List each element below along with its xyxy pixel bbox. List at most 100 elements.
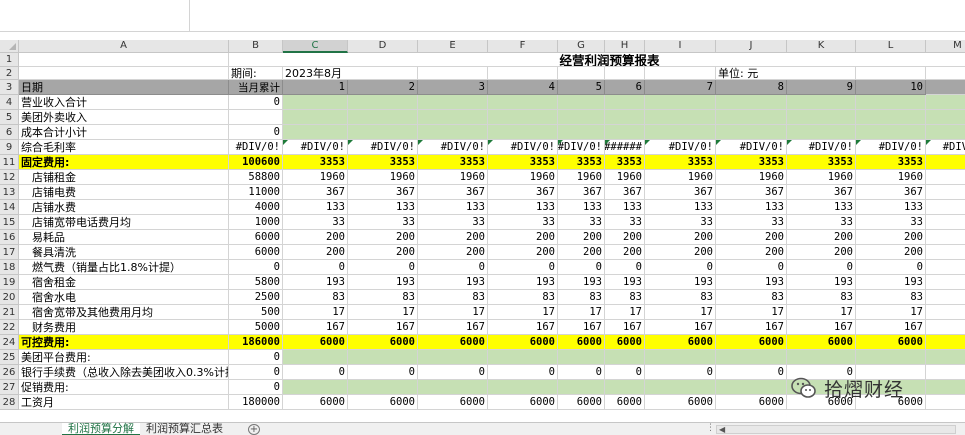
column-header-a[interactable]: A (19, 40, 229, 53)
value-cell[interactable]: 6000 (716, 335, 787, 350)
value-cell[interactable]: 83 (856, 290, 926, 305)
monthly-total-cell[interactable] (229, 110, 283, 125)
add-sheet-icon[interactable]: + (248, 424, 260, 435)
value-cell[interactable] (488, 110, 558, 125)
value-cell[interactable]: 17 (605, 305, 645, 320)
value-cell[interactable]: 133 (605, 200, 645, 215)
value-cell[interactable] (605, 350, 645, 365)
value-cell[interactable]: 6000 (283, 395, 348, 410)
value-cell[interactable]: 1960 (488, 170, 558, 185)
value-cell[interactable]: 6000 (605, 335, 645, 350)
value-cell[interactable]: 6000 (283, 335, 348, 350)
value-cell[interactable]: 0 (605, 260, 645, 275)
row-header-17[interactable]: 17 (0, 245, 19, 260)
row-header-22[interactable]: 22 (0, 320, 19, 335)
row-header-4[interactable]: 4 (0, 95, 19, 110)
cell-r2[interactable] (488, 67, 558, 80)
value-cell[interactable]: 6000 (645, 335, 716, 350)
monthly-total-cell[interactable]: 0 (229, 365, 283, 380)
value-cell[interactable]: 167 (488, 320, 558, 335)
column-header-j[interactable]: J (716, 40, 787, 53)
column-header-k[interactable]: K (787, 40, 856, 53)
value-cell[interactable]: 0 (605, 365, 645, 380)
value-cell[interactable] (558, 350, 605, 365)
formula-bar[interactable] (0, 0, 965, 32)
value-cell[interactable]: 133 (418, 200, 488, 215)
spreadsheet-grid[interactable]: A B C D E F G H I J K L M 1 2 3 4 5 6 9 11 12 13 14 15 16 17 18 19 20… (0, 40, 965, 422)
column-header-c[interactable]: C (283, 40, 348, 53)
value-cell[interactable] (605, 110, 645, 125)
column-header-d[interactable]: D (348, 40, 418, 53)
cell-r2[interactable] (645, 67, 716, 80)
monthly-total-cell[interactable]: 1000 (229, 215, 283, 230)
value-cell[interactable]: 133 (856, 200, 926, 215)
value-cell[interactable]: 193 (418, 275, 488, 290)
value-cell[interactable]: #DIV/0! (716, 140, 787, 155)
tab-profit-budget-summary[interactable]: 利润预算汇总表 (140, 423, 229, 435)
value-cell[interactable]: 200 (716, 245, 787, 260)
monthly-total-cell[interactable]: 0 (229, 95, 283, 110)
value-cell[interactable] (348, 380, 418, 395)
value-cell[interactable]: 6000 (605, 395, 645, 410)
value-cell[interactable]: 33 (605, 215, 645, 230)
value-cell[interactable] (716, 380, 787, 395)
row-header-20[interactable]: 20 (0, 290, 19, 305)
monthly-total-cell[interactable]: 6000 (229, 245, 283, 260)
row-header-11[interactable]: 11 (0, 155, 19, 170)
value-cell[interactable]: 6000 (418, 335, 488, 350)
value-cell[interactable]: 200 (645, 245, 716, 260)
row-header-3[interactable]: 3 (0, 80, 19, 95)
value-cell[interactable] (926, 320, 965, 335)
value-cell[interactable]: 1960 (856, 170, 926, 185)
value-cell[interactable]: 83 (787, 290, 856, 305)
value-cell[interactable] (645, 125, 716, 140)
value-cell[interactable]: 0 (856, 260, 926, 275)
value-cell[interactable]: 133 (645, 200, 716, 215)
value-cell[interactable]: 3 (926, 155, 965, 170)
value-cell[interactable] (926, 185, 965, 200)
value-cell[interactable]: 193 (645, 275, 716, 290)
row-header-25[interactable]: 25 (0, 350, 19, 365)
value-cell[interactable]: 1960 (348, 170, 418, 185)
value-cell[interactable] (926, 305, 965, 320)
value-cell[interactable]: 200 (716, 230, 787, 245)
value-cell[interactable]: 200 (418, 230, 488, 245)
value-cell[interactable]: 33 (418, 215, 488, 230)
value-cell[interactable]: 200 (558, 230, 605, 245)
column-header-h[interactable]: H (605, 40, 645, 53)
value-cell[interactable]: 33 (856, 215, 926, 230)
value-cell[interactable]: 83 (605, 290, 645, 305)
value-cell[interactable]: 167 (856, 320, 926, 335)
row-header-14[interactable]: 14 (0, 200, 19, 215)
value-cell[interactable]: 167 (787, 320, 856, 335)
value-cell[interactable]: #DIV/0! (787, 140, 856, 155)
value-cell[interactable]: 200 (787, 245, 856, 260)
value-cell[interactable]: 200 (605, 245, 645, 260)
value-cell[interactable] (645, 350, 716, 365)
value-cell[interactable]: 200 (787, 230, 856, 245)
value-cell[interactable]: 200 (856, 245, 926, 260)
value-cell[interactable]: 83 (558, 290, 605, 305)
value-cell[interactable]: 6000 (488, 335, 558, 350)
value-cell[interactable] (558, 380, 605, 395)
monthly-total-cell[interactable]: 0 (229, 260, 283, 275)
value-cell[interactable]: 3353 (605, 155, 645, 170)
value-cell[interactable]: 200 (605, 230, 645, 245)
monthly-total-cell[interactable]: 0 (229, 350, 283, 365)
value-cell[interactable]: 6000 (645, 395, 716, 410)
value-cell[interactable]: 0 (488, 365, 558, 380)
value-cell[interactable] (856, 125, 926, 140)
value-cell[interactable] (418, 95, 488, 110)
value-cell[interactable]: 17 (418, 305, 488, 320)
row-header-27[interactable]: 27 (0, 380, 19, 395)
value-cell[interactable]: 0 (558, 260, 605, 275)
value-cell[interactable]: 83 (418, 290, 488, 305)
value-cell[interactable]: 133 (348, 200, 418, 215)
value-cell[interactable]: 0 (716, 365, 787, 380)
value-cell[interactable]: 33 (645, 215, 716, 230)
monthly-total-cell[interactable]: 186000 (229, 335, 283, 350)
value-cell[interactable]: 1960 (645, 170, 716, 185)
value-cell[interactable]: 1960 (558, 170, 605, 185)
value-cell[interactable]: 193 (558, 275, 605, 290)
value-cell[interactable]: #DIV/0! (348, 140, 418, 155)
